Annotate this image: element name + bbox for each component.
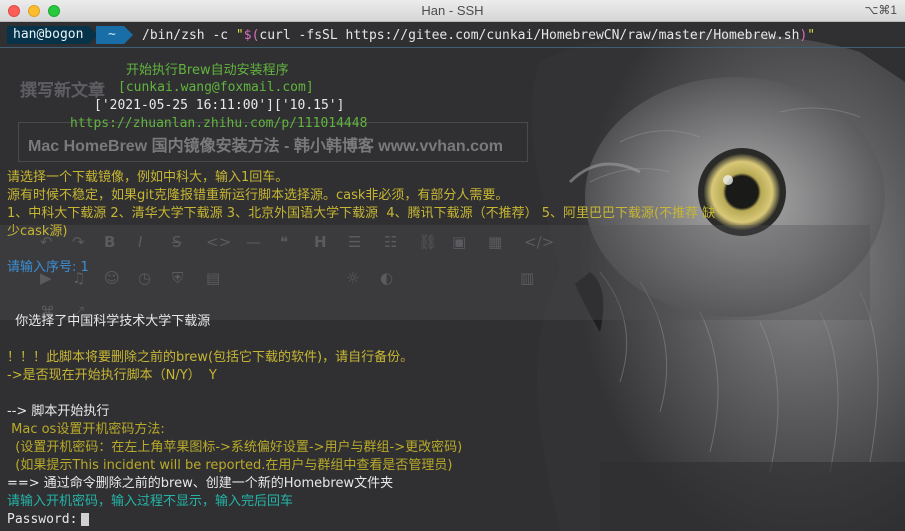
terminal-cursor [81, 513, 90, 526]
warning-confirm: ->是否现在开始执行脚本（N/Y） Y [7, 368, 217, 383]
mirror-options-line-2: 少cask源) [7, 224, 68, 239]
banner-url: https://zhuanlan.zhihu.com/p/111014448 [70, 116, 368, 131]
warning-delete: ！！！此脚本将要删除之前的brew(包括它下载的软件)，请自行备份。 [7, 350, 414, 365]
mirror-note: 源有时候不稳定，如果git克隆报错重新运行脚本选择源。cask非必须，有部分人需… [7, 188, 509, 203]
banner-email: [cunkai.wang@foxmail.com] [118, 80, 314, 95]
terminal-content[interactable]: han@bogon ~ /bin/zsh -c "$(curl -fsSL ht… [0, 22, 905, 531]
banner-date: ['2021-05-25 16:11:00']['10.15'] [94, 98, 345, 113]
terminal-window: Han - SSH ⌥⌘1 撰写新文章 Mac HomeBrew 国内镜像安装方… [0, 0, 905, 531]
window-title: Han - SSH [421, 3, 484, 18]
password-label: Password: [7, 512, 78, 527]
mirror-options-line-1: 1、中科大下载源 2、清华大学下载源 3、北京外国语大学下载源 4、腾讯下载源（… [7, 206, 716, 221]
mirror-prompt: 请选择一个下载镜像，例如中科大，输入1回车。 [7, 170, 289, 185]
chosen-mirror: 你选择了中国科学技术大学下载源 [7, 314, 211, 329]
mac-password-title: Mac os设置开机密码方法: [7, 422, 165, 437]
prompt-user-host: han@bogon [7, 26, 99, 44]
window-shortcut: ⌥⌘1 [864, 3, 897, 17]
script-start: --> 脚本开始执行 [7, 404, 110, 419]
prompt-command: /bin/zsh -c "$(curl -fsSL https://gitee.… [142, 28, 816, 43]
shell-prompt: han@bogon ~ /bin/zsh -c "$(curl -fsSL ht… [0, 25, 905, 45]
password-prompt[interactable]: Password: [7, 512, 90, 528]
banner-title: 开始执行Brew自动安装程序 [126, 63, 289, 78]
enter-password-hint: 请输入开机密码，输入过程不显示，输入完后回车 [7, 494, 294, 509]
prompt-directory: ~ [96, 26, 133, 44]
mac-password-step-2: (如果提示This incident will be reported.在用户与… [7, 458, 453, 473]
prompt-separator [0, 47, 905, 48]
mac-password-step-1: (设置开机密码：在左上角苹果图标->系统偏好设置->用户与群组->更改密码) [7, 440, 463, 455]
serial-input-line: 请输入序号: 1 [7, 260, 89, 275]
delete-old-brew: ==> 通过命令删除之前的brew、创建一个新的Homebrew文件夹 [7, 476, 394, 491]
title-bar: Han - SSH ⌥⌘1 [0, 0, 905, 22]
